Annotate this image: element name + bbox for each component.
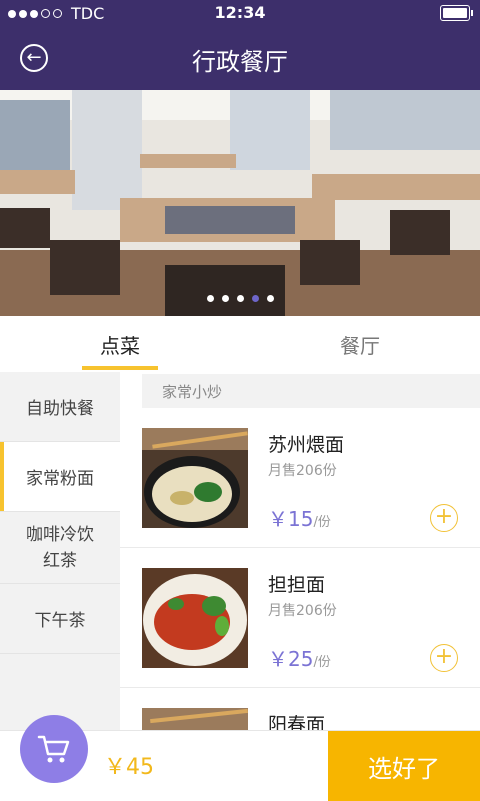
battery-icon — [440, 5, 473, 21]
dish-price: ￥25/份 — [268, 643, 331, 672]
carousel-dot[interactable] — [206, 295, 214, 302]
dish-item[interactable]: 苏州煨面 月售206份 ￥15/份 + — [120, 408, 480, 548]
dish-item[interactable]: 担担面 月售206份 ￥25/份 + — [120, 548, 480, 688]
dish-photo — [142, 428, 248, 528]
app-header: ← 行政餐厅 — [0, 26, 480, 90]
cart-bar: ￥45 选好了 — [0, 715, 480, 801]
price-unit: /份 — [313, 515, 331, 530]
dish-price: ￥15/份 — [268, 503, 331, 532]
dish-name: 苏州煨面 — [268, 434, 345, 456]
sidebar-item-noodles[interactable]: 家常粉面 — [0, 442, 120, 512]
carousel-dot-active[interactable] — [251, 295, 259, 302]
dish-name: 担担面 — [268, 574, 326, 596]
add-to-cart-button[interactable]: + — [430, 644, 458, 672]
confirm-order-button[interactable]: 选好了 — [328, 731, 480, 801]
plus-icon: + — [434, 504, 454, 529]
category-sidebar: 自助快餐 家常粉面 咖啡冷饮 红茶 下午茶 — [0, 372, 120, 730]
sidebar-item-label: 咖啡冷饮 红茶 — [26, 524, 94, 571]
sidebar-item-buffet[interactable]: 自助快餐 — [0, 372, 120, 442]
dish-photo — [142, 568, 248, 668]
dish-item[interactable]: 阳春面 — [120, 688, 480, 730]
add-to-cart-button[interactable]: + — [430, 504, 458, 532]
shopping-cart-icon — [37, 735, 70, 763]
dish-name: 阳春面 — [268, 714, 326, 730]
price-value: ￥15 — [268, 507, 314, 531]
tab-bar: 点菜 餐厅 — [0, 316, 480, 373]
carousel-dot[interactable] — [236, 295, 244, 302]
carousel-dot[interactable] — [266, 295, 274, 302]
dish-list: 家常小炒 苏州煨面 月售206份 ￥15/份 + 担担面 月售206份 ￥25/… — [120, 372, 480, 730]
carousel-indicator — [0, 295, 480, 302]
price-unit: /份 — [313, 655, 331, 670]
cart-button[interactable] — [20, 715, 88, 783]
status-bar: TDC 12:34 — [0, 0, 480, 26]
plus-icon: + — [434, 644, 454, 669]
section-title: 家常小炒 — [142, 374, 480, 408]
tab-restaurant[interactable]: 餐厅 — [320, 316, 400, 372]
sidebar-item-label: 家常粉面 — [26, 469, 94, 489]
sidebar-item-label: 自助快餐 — [26, 399, 94, 419]
restaurant-banner[interactable] — [0, 90, 480, 316]
clock: 12:34 — [214, 3, 266, 22]
dish-monthly-sales: 月售206份 — [268, 603, 337, 619]
sidebar-item-drinks[interactable]: 咖啡冷饮 红茶 — [0, 512, 120, 584]
carousel-dot[interactable] — [221, 295, 229, 302]
sidebar-item-afternoon-tea[interactable]: 下午茶 — [0, 584, 120, 654]
dish-monthly-sales: 月售206份 — [268, 463, 337, 479]
sidebar-item-label: 下午茶 — [34, 611, 86, 631]
cart-total: ￥45 — [104, 755, 154, 780]
page-title: 行政餐厅 — [192, 48, 288, 76]
tab-order[interactable]: 点菜 — [82, 316, 158, 372]
restaurant-photo — [0, 90, 480, 316]
active-tab-indicator — [82, 366, 158, 370]
dish-photo — [142, 708, 248, 730]
price-value: ￥25 — [268, 647, 314, 671]
